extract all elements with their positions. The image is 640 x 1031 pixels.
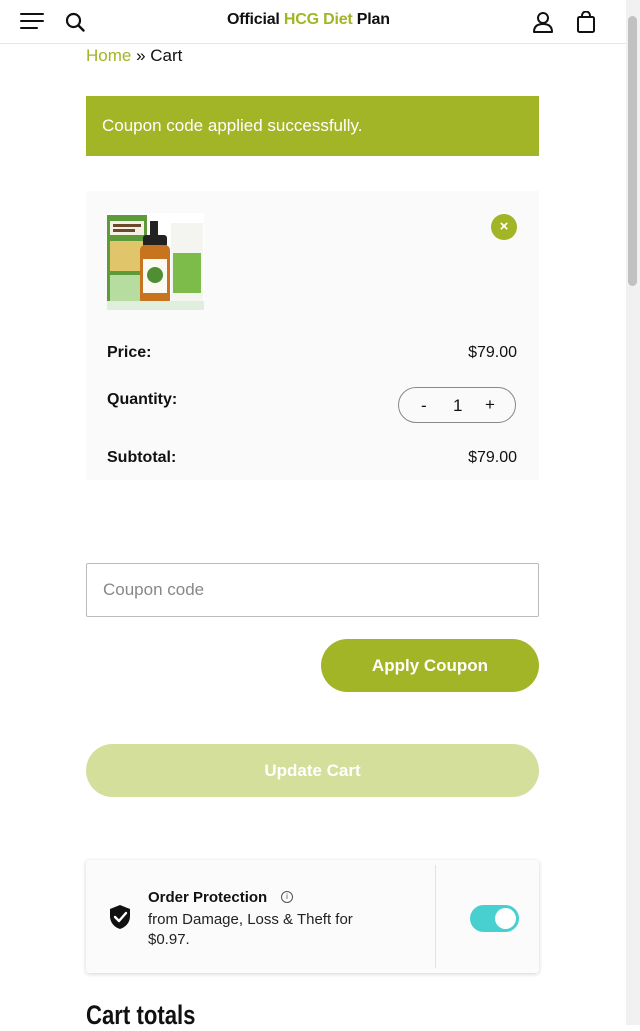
protection-toggle[interactable] <box>470 905 519 932</box>
search-icon[interactable] <box>65 12 85 32</box>
breadcrumb-current: Cart <box>150 46 183 65</box>
price-value: $79.00 <box>468 344 517 361</box>
breadcrumb-home-link[interactable]: Home <box>86 46 131 65</box>
logo-suffix: Plan <box>352 11 390 28</box>
product-image[interactable] <box>107 213 204 310</box>
update-cart-button[interactable]: Update Cart <box>86 744 539 797</box>
info-icon[interactable]: i <box>281 891 293 903</box>
cart-item-card: × Price: $79.00 Quantity: - 1 + Subtotal… <box>86 191 539 480</box>
quantity-stepper: - 1 + <box>398 387 516 423</box>
quantity-input[interactable]: 1 <box>453 396 462 416</box>
scrollbar-thumb[interactable] <box>628 16 637 286</box>
cart-totals-heading: Cart totals <box>86 1000 196 1030</box>
apply-coupon-button[interactable]: Apply Coupon <box>321 639 539 692</box>
breadcrumb: Home » Cart <box>86 46 182 66</box>
breadcrumb-separator: » <box>131 46 151 65</box>
menu-icon[interactable] <box>20 13 44 31</box>
coupon-code-input[interactable] <box>86 563 539 617</box>
toggle-knob <box>495 908 516 929</box>
success-notice: Coupon code applied successfully. <box>86 96 539 156</box>
remove-item-button[interactable]: × <box>491 214 517 240</box>
account-icon[interactable] <box>532 11 554 33</box>
site-logo[interactable]: Official HCG Diet Plan <box>227 11 390 29</box>
logo-prefix: Official <box>227 11 284 28</box>
quantity-decrease-button[interactable]: - <box>421 396 427 416</box>
shield-check-icon <box>110 905 130 929</box>
quantity-label: Quantity: <box>107 391 178 408</box>
order-protection-widget: Order Protection i from Damage, Loss & T… <box>86 860 539 973</box>
cart-bag-icon[interactable] <box>576 11 596 33</box>
protection-title: Order Protection <box>148 889 268 906</box>
quantity-increase-button[interactable]: + <box>485 395 495 415</box>
logo-accent: HCG Diet <box>283 11 353 28</box>
price-label: Price: <box>107 344 152 361</box>
protection-description: from Damage, Loss & Theft for $0.97. <box>148 911 353 948</box>
subtotal-value: $79.00 <box>468 449 517 466</box>
site-header: Official HCG Diet Plan <box>0 0 626 44</box>
subtotal-label: Subtotal: <box>107 449 177 466</box>
divider <box>435 865 436 968</box>
